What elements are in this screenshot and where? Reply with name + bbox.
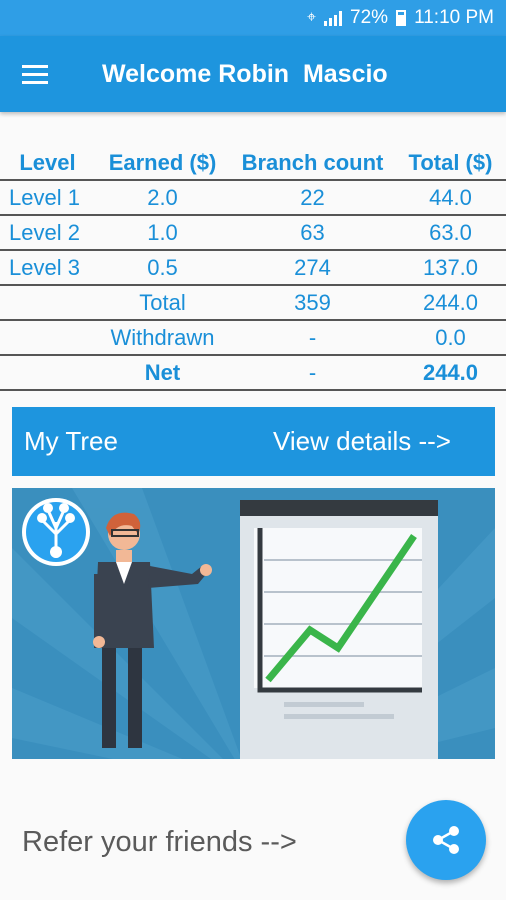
- empty-cell: [0, 319, 95, 355]
- branch-count-cell: 274: [230, 249, 395, 285]
- header-branch-count: Branch count: [241, 149, 384, 175]
- withdrawn-amount: 0.0: [395, 319, 506, 355]
- my-tree-title: My Tree: [24, 426, 118, 456]
- money-tree-icon: [22, 498, 90, 566]
- net-amount: 244.0: [395, 354, 506, 391]
- earned-cell: 2.0: [95, 179, 230, 215]
- total-branch-count: 359: [230, 284, 395, 320]
- table-row: Level 3 0.5 274 137.0: [0, 249, 506, 285]
- table-row: Level 1 2.0 22 44.0: [0, 179, 506, 215]
- withdrawn-row: Withdrawn - 0.0: [0, 319, 506, 355]
- status-bar: ⌖ 72% 11:10 PM: [0, 0, 506, 36]
- growth-illustration: [12, 488, 495, 759]
- withdrawn-branch-count: -: [230, 319, 395, 355]
- empty-cell: [0, 284, 95, 320]
- total-amount: 244.0: [395, 284, 506, 320]
- my-tree-bar[interactable]: My Tree View details -->: [12, 407, 495, 476]
- net-label: Net: [95, 354, 230, 391]
- total-label: Total: [95, 284, 230, 320]
- earnings-table: Level Earned ($) Branch count Total ($) …: [0, 146, 506, 391]
- wifi-icon: ⌖: [307, 9, 317, 26]
- total-row: Total 359 244.0: [0, 284, 506, 320]
- chart-board: [240, 500, 438, 759]
- total-cell: 63.0: [395, 214, 506, 250]
- header-level: Level: [19, 149, 76, 175]
- illustration-graphic: [12, 488, 495, 759]
- withdrawn-label: Withdrawn: [95, 319, 230, 355]
- app-title: Welcome Robin Mascio: [102, 59, 388, 88]
- table-row: Level 2 1.0 63 63.0: [0, 214, 506, 250]
- share-icon: [433, 826, 459, 854]
- net-branch-count: -: [230, 354, 395, 391]
- branch-count-cell: 63: [230, 214, 395, 250]
- view-details-link[interactable]: View details -->: [273, 426, 451, 457]
- menu-icon[interactable]: [0, 36, 70, 112]
- header-earned: Earned ($): [108, 149, 217, 175]
- earned-cell: 0.5: [95, 249, 230, 285]
- level-cell: Level 3: [0, 249, 95, 285]
- empty-cell: [0, 354, 95, 391]
- app-bar: Welcome Robin Mascio: [0, 36, 506, 112]
- level-cell: Level 2: [0, 214, 95, 250]
- header-total: Total ($): [408, 149, 493, 175]
- total-cell: 44.0: [395, 179, 506, 215]
- signal-icon: [324, 10, 343, 26]
- net-row: Net - 244.0: [0, 354, 506, 391]
- total-cell: 137.0: [395, 249, 506, 285]
- refer-friends-link[interactable]: Refer your friends -->: [22, 826, 297, 859]
- clock: 11:10 PM: [414, 7, 494, 28]
- branch-count-cell: 22: [230, 179, 395, 215]
- battery-icon: [396, 10, 407, 26]
- level-cell: Level 1: [0, 179, 95, 215]
- battery-percent: 72%: [350, 7, 389, 28]
- share-button[interactable]: [406, 800, 486, 880]
- earned-cell: 1.0: [95, 214, 230, 250]
- table-header-row: Level Earned ($) Branch count Total ($): [0, 146, 506, 180]
